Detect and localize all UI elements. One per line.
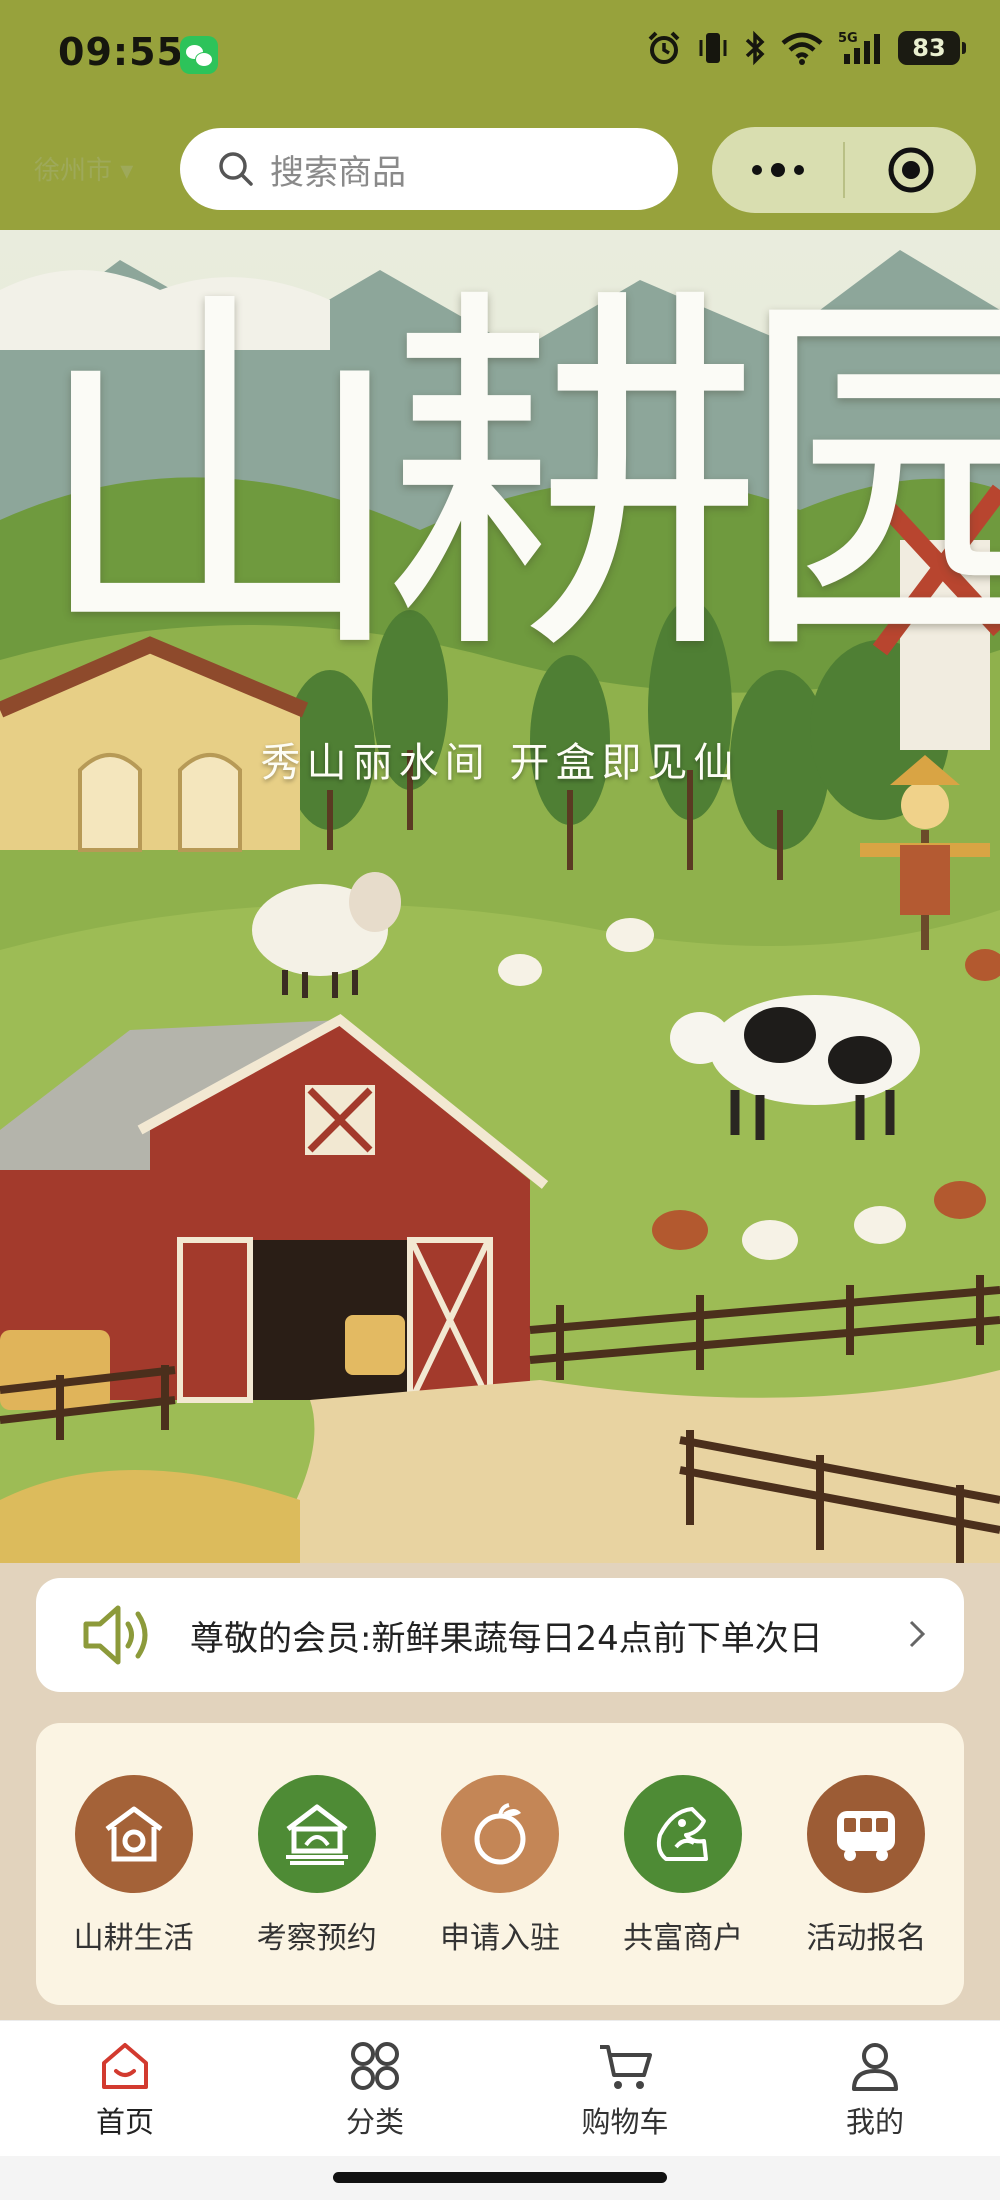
location-selector[interactable]: 徐州市 ▾ <box>34 150 133 187</box>
signal-5g-icon: 5G <box>838 31 880 64</box>
more-dots-icon <box>751 163 804 177</box>
speaker-icon <box>83 1605 148 1665</box>
battery-indicator: 83 <box>898 31 966 65</box>
menu-label: 活动报名 <box>806 1921 927 1956</box>
bus-icon <box>807 1775 926 1893</box>
home-house-icon <box>74 1775 193 1893</box>
tab-label: 我的 <box>845 2105 904 2139</box>
tab-home[interactable]: 首页 <box>0 2021 250 2157</box>
bottom-tab-bar: 首页 分类 购物车 我的 <box>0 2020 1000 2157</box>
chevron-right-icon <box>909 1620 926 1648</box>
target-circle-icon <box>888 147 933 193</box>
vibrate-icon <box>699 33 727 63</box>
system-navigation-area <box>0 2156 1000 2200</box>
cart-icon <box>600 2045 652 2089</box>
brand-title: 山耕园 <box>30 258 1000 701</box>
user-icon <box>852 2043 898 2091</box>
menu-item-event-signup[interactable]: 活动报名 <box>786 1775 946 1957</box>
status-icons: 5G 83 <box>646 30 966 66</box>
bluetooth-icon <box>745 30 765 66</box>
hero-banner[interactable]: 山耕园 秀山丽水间 开盒即见仙 <box>0 230 1000 1563</box>
menu-item-common-prosperity-merchant[interactable]: 共富商户 <box>603 1775 763 1957</box>
miniprogram-capsule <box>712 127 976 213</box>
tab-category[interactable]: 分类 <box>250 2021 500 2157</box>
hand-leaf-icon <box>624 1775 743 1893</box>
status-time: 09:55 <box>58 30 184 74</box>
notice-bar[interactable]: 尊敬的会员:新鲜果蔬每日24点前下单次日 <box>36 1578 964 1692</box>
tab-label: 首页 <box>95 2105 154 2139</box>
alarm-icon <box>648 31 680 64</box>
search-placeholder: 搜索商品 <box>270 152 406 193</box>
chevron-down-icon: ▾ <box>120 156 134 186</box>
home-indicator[interactable] <box>333 2172 667 2183</box>
brand-slogan: 秀山丽水间 开盒即见仙 <box>260 740 740 786</box>
svg-text:5G: 5G <box>838 31 858 46</box>
wechat-icon <box>180 36 218 74</box>
search-bar[interactable]: 搜索商品 <box>180 128 678 210</box>
close-miniprogram-button[interactable] <box>845 127 976 213</box>
tab-cart[interactable]: 购物车 <box>500 2021 750 2157</box>
menu-item-shangeng-life[interactable]: 山耕生活 <box>54 1775 214 1957</box>
menu-label: 考察预约 <box>256 1921 377 1956</box>
quick-menu: 山耕生活 考察预约 申请入驻 共富商户 活动报名 <box>36 1723 964 2005</box>
wifi-icon <box>781 32 823 65</box>
menu-label: 共富商户 <box>623 1921 744 1956</box>
location-text: 徐州市 <box>34 156 113 186</box>
tab-label: 购物车 <box>581 2105 669 2139</box>
menu-item-apply-join[interactable]: 申请入驻 <box>420 1775 580 1957</box>
notice-text: 尊敬的会员:新鲜果蔬每日24点前下单次日 <box>190 1618 823 1659</box>
orange-fruit-icon <box>440 1775 559 1893</box>
menu-label: 申请入驻 <box>439 1921 560 1956</box>
app-header: 09:55 5G 83 徐州市 ▾ 搜索商品 <box>0 0 1000 230</box>
menu-label: 山耕生活 <box>73 1921 194 1956</box>
farm-building-icon <box>257 1775 376 1893</box>
menu-item-inspection-booking[interactable]: 考察预约 <box>237 1775 397 1957</box>
home-icon <box>102 2043 148 2089</box>
search-icon <box>219 152 253 186</box>
more-button[interactable] <box>712 127 843 213</box>
grid-icon <box>351 2042 399 2090</box>
tab-label: 分类 <box>345 2105 404 2139</box>
tab-mine[interactable]: 我的 <box>750 2021 1000 2157</box>
